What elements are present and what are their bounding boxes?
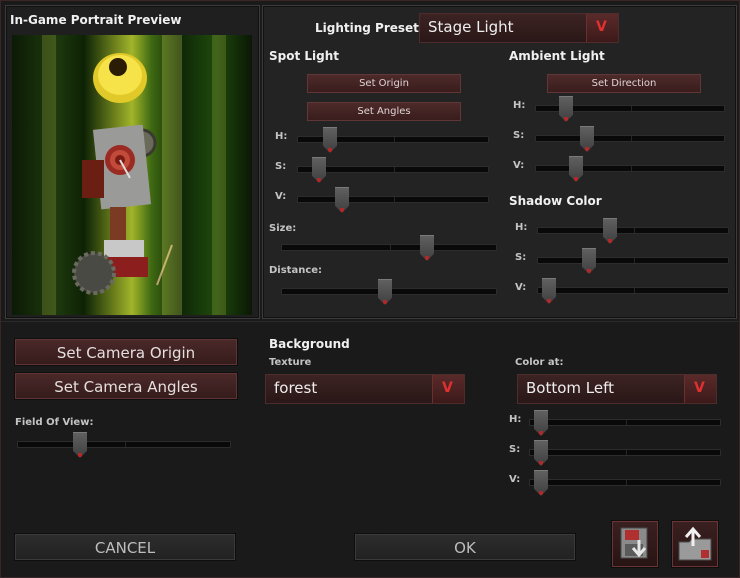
lighting-preset-label: Lighting Preset:	[315, 21, 424, 35]
set-origin-button[interactable]: Set Origin	[307, 74, 461, 93]
set-direction-button[interactable]: Set Direction	[547, 74, 701, 93]
shadow-h-label: H:	[515, 222, 528, 233]
bg-v-thumb[interactable]	[534, 470, 548, 496]
save-button[interactable]	[612, 521, 658, 567]
bg-s-slider[interactable]	[529, 440, 721, 466]
spot-s-slider[interactable]	[297, 157, 489, 183]
spot-h-label: H:	[275, 131, 288, 142]
ambient-h-label: H:	[513, 100, 526, 111]
bg-v-slider[interactable]	[529, 470, 721, 496]
bg-s-label: S:	[509, 444, 521, 455]
color-at-label: Color at:	[515, 357, 564, 368]
ambient-h-slider[interactable]	[535, 96, 725, 122]
ambient-v-slider[interactable]	[535, 156, 725, 182]
load-button[interactable]	[672, 521, 718, 567]
color-at-dropdown[interactable]: Bottom Left V	[517, 374, 717, 404]
ambient-s-label: S:	[513, 130, 525, 141]
chevron-down-icon[interactable]: V	[586, 14, 618, 42]
bg-h-label: H:	[509, 414, 522, 425]
portrait-editor-window: In-Game Portrait Preview Lighting Preset…	[0, 0, 740, 578]
lighting-preset-value: Stage Light	[428, 18, 514, 36]
bg-v-label: V:	[509, 474, 521, 485]
field-of-view-label: Field Of View:	[15, 417, 94, 428]
shadow-s-slider[interactable]	[537, 248, 729, 274]
bg-s-thumb[interactable]	[534, 440, 548, 466]
spot-v-label: V:	[275, 191, 287, 202]
field-of-view-slider[interactable]	[17, 432, 231, 458]
bg-h-thumb[interactable]	[534, 410, 548, 436]
texture-dropdown[interactable]: forest V	[265, 374, 465, 404]
load-folder-icon	[678, 526, 712, 561]
preview-title: In-Game Portrait Preview	[10, 13, 182, 27]
background-title: Background	[269, 337, 350, 351]
spot-h-slider[interactable]	[297, 127, 489, 153]
texture-label: Texture	[269, 357, 312, 368]
shadow-v-slider[interactable]	[537, 278, 729, 304]
cancel-button[interactable]: CANCEL	[15, 534, 235, 560]
ambient-s-slider[interactable]	[535, 126, 725, 152]
shadow-s-label: S:	[515, 252, 527, 263]
lighting-preset-dropdown[interactable]: Stage Light V	[419, 13, 619, 43]
spot-v-slider[interactable]	[297, 187, 489, 213]
ok-button[interactable]: OK	[355, 534, 575, 560]
spot-s-label: S:	[275, 161, 287, 172]
shadow-color-title: Shadow Color	[509, 194, 602, 208]
section-divider	[1, 321, 740, 322]
shadow-h-slider[interactable]	[537, 218, 729, 244]
shadow-v-label: V:	[515, 282, 527, 293]
texture-value: forest	[274, 379, 318, 397]
field-of-view-thumb[interactable]	[73, 432, 87, 458]
save-icon	[620, 527, 648, 559]
chevron-down-icon[interactable]: V	[432, 375, 464, 403]
size-label: Size:	[269, 223, 297, 234]
distance-label: Distance:	[269, 265, 323, 276]
ambient-v-label: V:	[513, 160, 525, 171]
set-camera-origin-button[interactable]: Set Camera Origin	[15, 339, 237, 365]
size-slider[interactable]	[281, 235, 497, 261]
bg-h-slider[interactable]	[529, 410, 721, 436]
spot-light-title: Spot Light	[269, 49, 340, 63]
portrait-preview-viewport[interactable]	[12, 35, 252, 315]
ambient-light-title: Ambient Light	[509, 49, 605, 63]
set-angles-button[interactable]: Set Angles	[307, 102, 461, 121]
chevron-down-icon[interactable]: V	[684, 375, 716, 403]
distance-slider[interactable]	[281, 279, 497, 305]
set-camera-angles-button[interactable]: Set Camera Angles	[15, 373, 237, 399]
color-at-value: Bottom Left	[526, 379, 615, 397]
